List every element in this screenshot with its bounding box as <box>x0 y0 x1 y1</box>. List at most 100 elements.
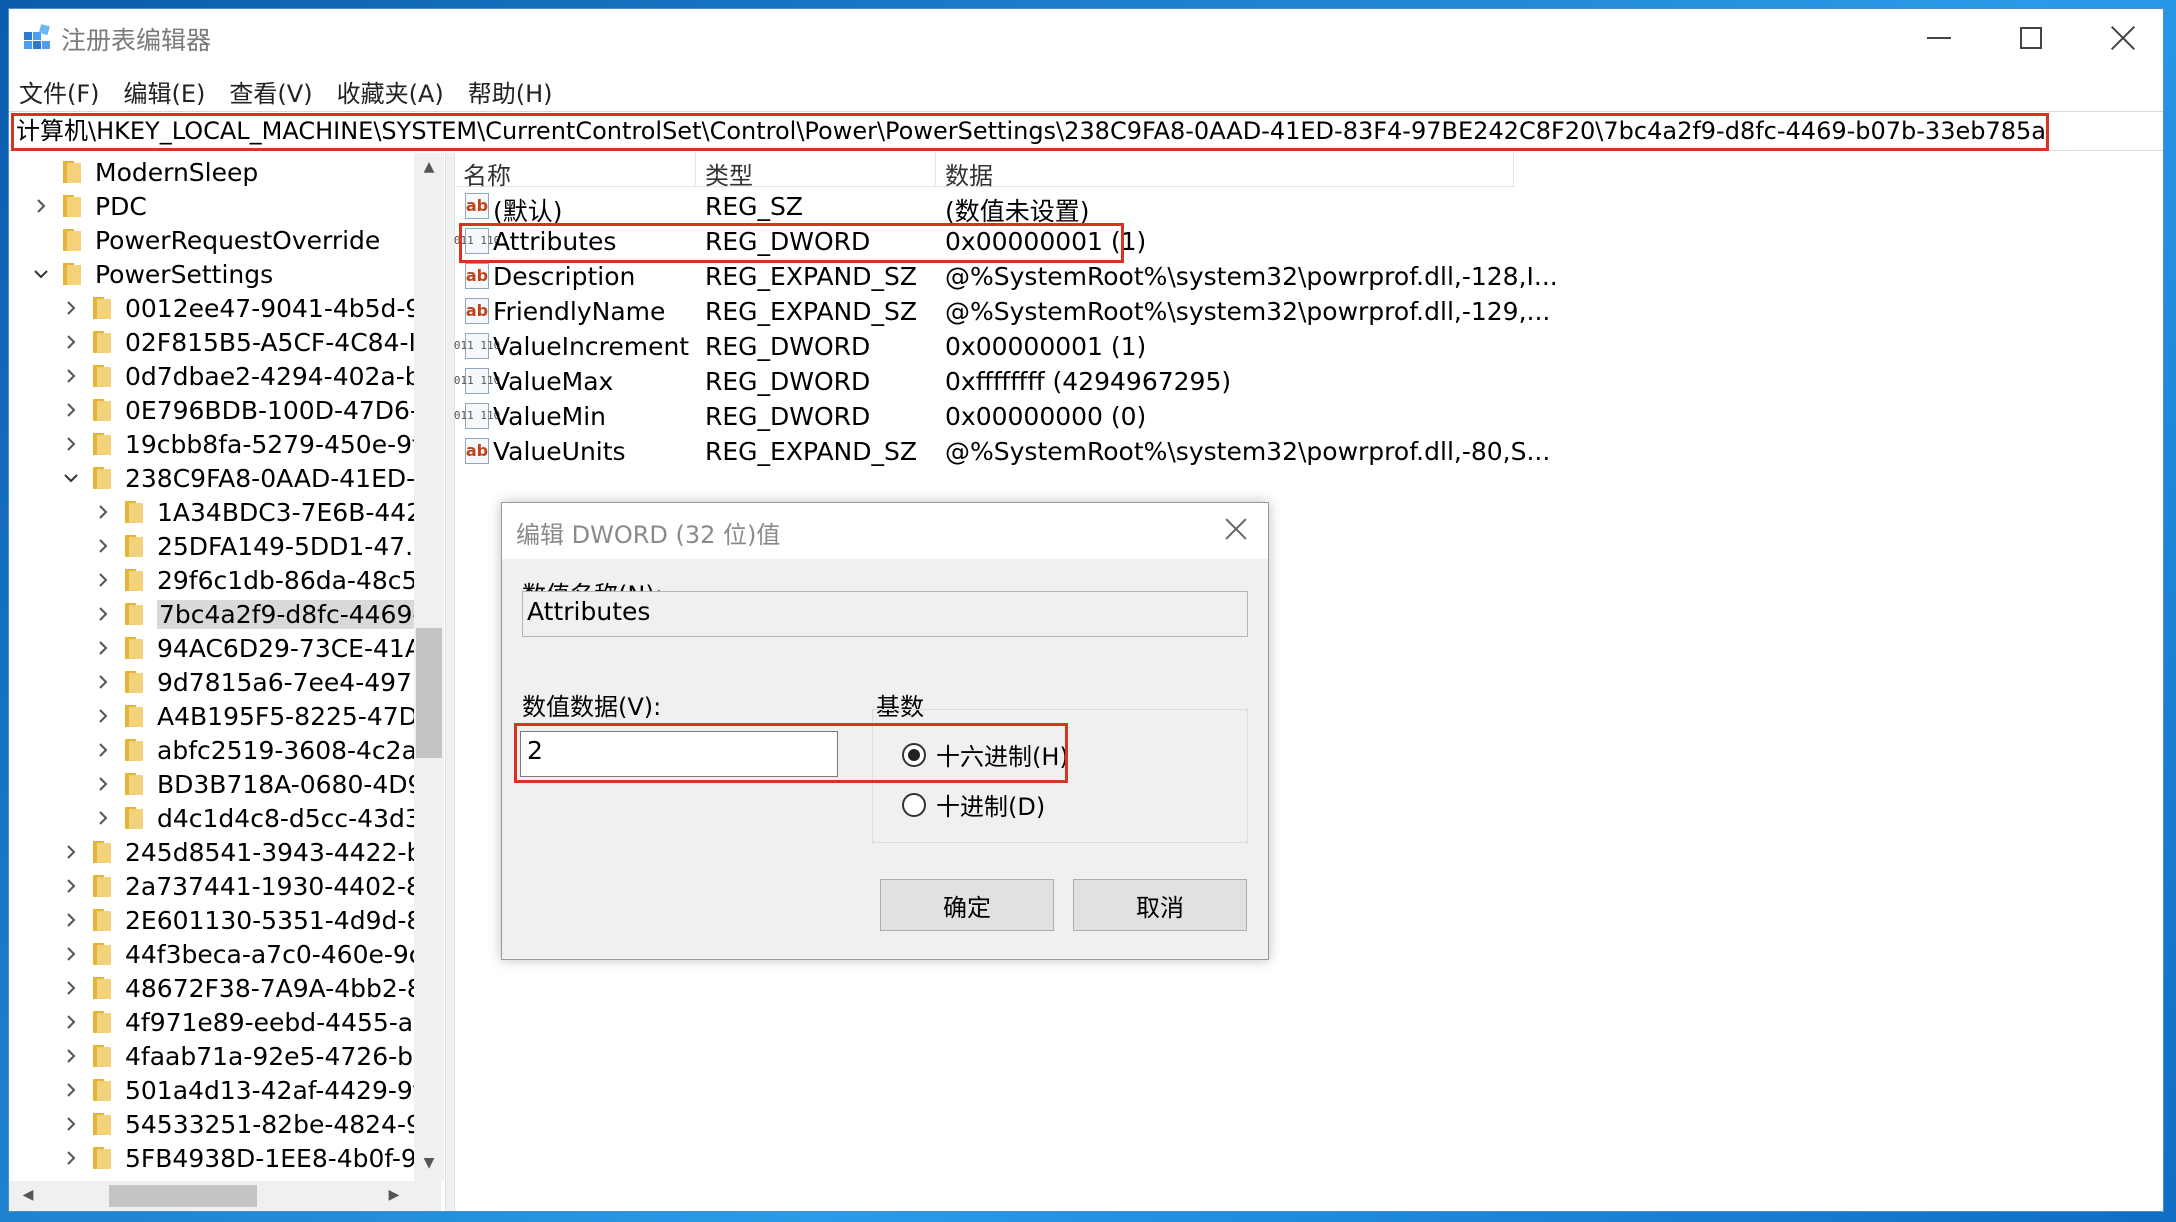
value-row[interactable]: ab ValueUnits REG_EXPAND_SZ @%SystemRoot%\s… <box>457 434 1550 469</box>
chevron-right-icon[interactable] <box>61 944 81 964</box>
tree-item[interactable]: 2E601130-5351-4d9d-8 <box>61 903 422 937</box>
column-type-header[interactable]: 类型 <box>705 156 753 191</box>
menu-help[interactable]: 帮助(H) <box>464 72 557 111</box>
dialog-close-icon[interactable] <box>1222 515 1250 543</box>
tree-item[interactable]: 4f971e89-eebd-4455-a <box>61 1005 413 1039</box>
tree-item[interactable]: PDC <box>31 189 147 223</box>
chevron-right-icon[interactable] <box>61 876 81 896</box>
chevron-right-icon[interactable] <box>61 1080 81 1100</box>
tree-item[interactable]: abfc2519-3608-4c2a <box>93 733 417 767</box>
chevron-right-icon[interactable] <box>61 332 81 352</box>
tree-vertical-scroll-thumb[interactable] <box>416 628 442 758</box>
chevron-right-icon[interactable] <box>61 842 81 862</box>
tree-item[interactable]: 94AC6D29-73CE-41A <box>93 631 422 665</box>
value-row[interactable]: ab FriendlyName REG_EXPAND_SZ @%SystemRoot%… <box>457 294 1550 329</box>
pane-splitter[interactable] <box>445 153 455 1211</box>
chevron-right-icon[interactable] <box>93 808 113 828</box>
tree-item[interactable]: 238C9FA8-0AAD-41ED- <box>61 461 415 495</box>
tree-item[interactable]: 29f6c1db-86da-48c5 <box>93 563 417 597</box>
chevron-right-icon[interactable] <box>93 570 113 590</box>
value-row[interactable]: 011 110 ValueMax REG_DWORD 0xffffffff (4294… <box>454 364 1517 399</box>
tree-item[interactable]: 0012ee47-9041-4b5d-9 <box>61 291 421 325</box>
column-name-header[interactable]: 名称 <box>463 156 511 191</box>
radio-hex[interactable]: 十六进制(H) <box>902 737 1069 772</box>
column-separator[interactable] <box>695 153 696 187</box>
value-name-field[interactable]: Attributes <box>522 591 1248 637</box>
value-row[interactable]: ab Description REG_EXPAND_SZ @%SystemRoot%\… <box>457 259 1558 294</box>
tree-item[interactable]: 25DFA149-5DD1-47. <box>93 529 413 563</box>
scroll-left-icon[interactable]: ◀ <box>19 1187 37 1205</box>
tree-item[interactable]: 501a4d13-42af-4429-9f <box>61 1073 422 1107</box>
tree-item[interactable]: 19cbb8fa-5279-450e-9f <box>61 427 421 461</box>
chevron-right-icon[interactable] <box>93 604 113 624</box>
value-row[interactable]: 011 110 ValueIncrement REG_DWORD 0x00000001… <box>454 329 1517 364</box>
menu-file[interactable]: 文件(F) <box>15 72 104 111</box>
tree-item[interactable]: 44f3beca-a7c0-460e-9c <box>61 937 423 971</box>
chevron-right-icon[interactable] <box>93 740 113 760</box>
radio-dec[interactable]: 十进制(D) <box>902 787 1045 822</box>
chevron-right-icon[interactable] <box>93 774 113 794</box>
value-row[interactable]: 011 110 ValueMin REG_DWORD 0x00000000 (0) <box>454 399 1517 434</box>
chevron-right-icon[interactable] <box>93 502 113 522</box>
chevron-right-icon[interactable] <box>61 400 81 420</box>
tree-horizontal-scrollbar[interactable]: ◀ ▶ <box>9 1181 441 1211</box>
tree-item[interactable]: 0d7dbae2-4294-402a-b <box>61 359 421 393</box>
tree-item[interactable]: 9d7815a6-7ee4-497 <box>93 665 412 699</box>
tree-item[interactable]: PowerSettings <box>31 257 273 291</box>
tree-item[interactable]: 02F815B5-A5CF-4C84-I <box>61 325 416 359</box>
menu-edit[interactable]: 编辑(E) <box>120 72 210 111</box>
scroll-up-icon[interactable]: ▲ <box>420 159 438 177</box>
tree-vertical-scrollbar[interactable]: ▲ ▼ <box>414 153 444 1181</box>
chevron-down-icon[interactable] <box>31 264 51 284</box>
tree-item[interactable]: 54533251-82be-4824-9 <box>61 1107 422 1141</box>
chevron-right-icon[interactable] <box>61 434 81 454</box>
column-data-header[interactable]: 数据 <box>945 156 993 191</box>
tree-item[interactable]: 4faab71a-92e5-4726-b <box>61 1039 413 1073</box>
chevron-right-icon[interactable] <box>61 1046 81 1066</box>
radio-dec-indicator[interactable] <box>902 792 926 817</box>
address-path[interactable]: 计算机\HKEY_LOCAL_MACHINE\SYSTEM\CurrentCon… <box>11 113 2049 151</box>
value-row[interactable]: ab (默认) REG_SZ (数值未设置) <box>457 189 1517 226</box>
tree-horizontal-scroll-thumb[interactable] <box>109 1185 257 1207</box>
title-bar[interactable]: 注册表编辑器 <box>9 9 2163 67</box>
address-bar[interactable]: 计算机\HKEY_LOCAL_MACHINE\SYSTEM\CurrentCon… <box>9 111 2163 151</box>
chevron-right-icon[interactable] <box>93 706 113 726</box>
chevron-right-icon[interactable] <box>61 978 81 998</box>
scroll-down-icon[interactable]: ▼ <box>420 1155 438 1173</box>
minimize-button[interactable] <box>1893 9 1985 67</box>
maximize-button[interactable] <box>1985 9 2077 67</box>
chevron-right-icon[interactable] <box>61 1148 81 1168</box>
chevron-right-icon[interactable] <box>61 1114 81 1134</box>
chevron-right-icon[interactable] <box>61 298 81 318</box>
tree-item[interactable]: 2a737441-1930-4402-8 <box>61 869 422 903</box>
scroll-right-icon[interactable]: ▶ <box>385 1187 403 1205</box>
chevron-right-icon[interactable] <box>31 196 51 216</box>
radio-hex-indicator[interactable] <box>902 742 926 767</box>
tree-item[interactable]: 48672F38-7A9A-4bb2-8 <box>61 971 423 1005</box>
chevron-right-icon[interactable] <box>61 910 81 930</box>
tree-item[interactable]: d4c1d4c8-d5cc-43d3 <box>93 801 421 835</box>
chevron-down-icon[interactable] <box>61 468 81 488</box>
tree-item[interactable]: BD3B718A-0680-4D9 <box>93 767 423 801</box>
chevron-right-icon[interactable] <box>93 536 113 556</box>
chevron-right-icon[interactable] <box>61 366 81 386</box>
tree-item[interactable]: A4B195F5-8225-47D <box>93 699 418 733</box>
cancel-button[interactable]: 取消 <box>1073 879 1247 931</box>
tree-item[interactable]: 5FB4938D-1EE8-4b0f-9 <box>61 1141 417 1175</box>
column-separator[interactable] <box>935 153 936 187</box>
ok-button[interactable]: 确定 <box>880 879 1054 931</box>
menu-favorites[interactable]: 收藏夹(A) <box>333 72 448 111</box>
chevron-right-icon[interactable] <box>61 1012 81 1032</box>
column-separator[interactable] <box>1513 153 1514 187</box>
tree-item[interactable]: ModernSleep <box>31 155 258 189</box>
chevron-right-icon[interactable] <box>93 638 113 658</box>
menu-view[interactable]: 查看(V) <box>225 72 316 111</box>
tree-item[interactable]: PowerRequestOverride <box>31 223 380 257</box>
chevron-right-icon[interactable] <box>93 672 113 692</box>
value-row[interactable]: 011 110 Attributes REG_DWORD 0x00000001 (1) <box>454 224 1517 259</box>
tree-item[interactable]: 1A34BDC3-7E6B-442 <box>93 495 422 529</box>
close-button[interactable] <box>2077 9 2163 67</box>
tree-item[interactable]: 7bc4a2f9-d8fc-4469- <box>93 597 424 631</box>
value-data-input[interactable]: 2 <box>520 731 838 777</box>
tree-item[interactable]: 0E796BDB-100D-47D6- <box>61 393 419 427</box>
